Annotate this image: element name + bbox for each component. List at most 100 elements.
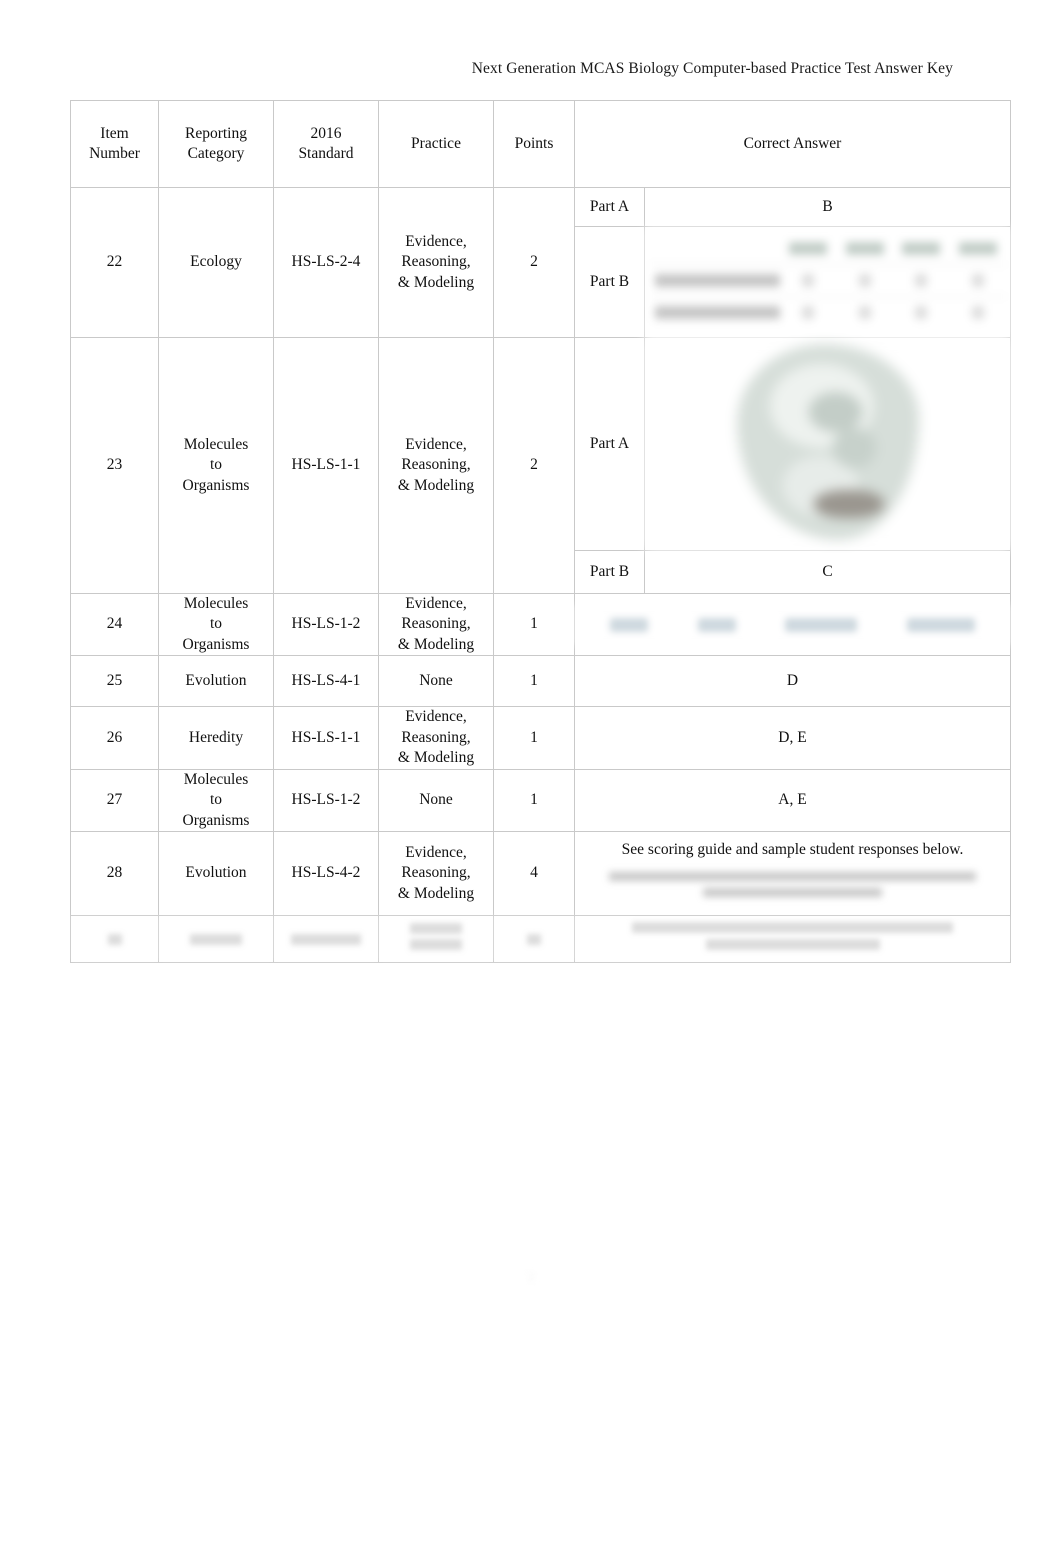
practice-line3: & Modeling bbox=[397, 884, 475, 902]
practice-line1: Evidence, bbox=[405, 595, 467, 612]
reporting-category-line3: Organisms bbox=[182, 476, 250, 494]
standard-header-line1: 2016 bbox=[310, 124, 342, 142]
standard-cell: HS-LS-1-2 bbox=[273, 592, 379, 657]
reporting-category-line1: Molecules bbox=[183, 770, 249, 788]
practice-line3: & Modeling bbox=[397, 749, 475, 767]
item-number-cell: 24 bbox=[70, 592, 159, 657]
correct-answer-cell bbox=[644, 337, 1011, 551]
page-number: 2 bbox=[527, 1270, 535, 1285]
points-cell: 2 bbox=[493, 187, 575, 338]
blurred-table-body-row bbox=[649, 296, 1006, 328]
blurred-table-body-row bbox=[649, 264, 1006, 296]
standard-cell: HS-LS-1-1 bbox=[273, 337, 379, 594]
practice-line2: Reasoning, bbox=[401, 728, 471, 746]
item-number-cell bbox=[70, 915, 159, 963]
column-header-practice: Practice bbox=[378, 100, 494, 188]
practice-line3: & Modeling bbox=[397, 273, 475, 291]
table-row: 23 Molecules to Organisms HS-LS-1-1 Evid… bbox=[70, 337, 1011, 594]
blurred-answer-option bbox=[785, 617, 858, 632]
reporting-category-cell: Evolution bbox=[158, 655, 274, 708]
blurred-table-header-row bbox=[649, 233, 1006, 264]
reporting-category-line3: Organisms bbox=[182, 635, 250, 653]
item-number-cell: 26 bbox=[70, 706, 159, 770]
column-header-standard: 2016 Standard bbox=[273, 100, 379, 188]
part-label-cell: Part B bbox=[574, 550, 645, 594]
practice-line2: Reasoning, bbox=[401, 864, 471, 882]
standard-cell bbox=[273, 915, 379, 963]
blurred-text-line bbox=[609, 872, 976, 881]
item-number-cell: 28 bbox=[70, 831, 159, 916]
organelle-shape bbox=[813, 490, 884, 518]
practice-cell: Evidence, Reasoning, & Modeling bbox=[378, 592, 494, 657]
blurred-table-header-cell bbox=[893, 242, 950, 255]
practice-line2: Reasoning, bbox=[401, 615, 471, 633]
blurred-table-header-cell bbox=[837, 242, 894, 255]
table-header-row: Item Number Reporting Category 2016 Stan… bbox=[70, 100, 1011, 188]
reporting-category-cell: Heredity bbox=[158, 706, 274, 770]
correct-answer-cell bbox=[644, 226, 1011, 338]
reporting-category-header-line2: Category bbox=[187, 145, 245, 162]
table-row: 27 Molecules to Organisms HS-LS-1-2 None… bbox=[70, 768, 1011, 833]
blurred-cell-diagram-graphic bbox=[645, 338, 1010, 550]
practice-cell: Evidence, Reasoning, & Modeling bbox=[378, 337, 494, 594]
reporting-category-cell: Molecules to Organisms bbox=[158, 768, 274, 833]
standard-cell: HS-LS-4-2 bbox=[273, 831, 379, 916]
points-cell: 4 bbox=[493, 831, 575, 916]
practice-cell: Evidence, Reasoning, & Modeling bbox=[378, 706, 494, 770]
points-cell bbox=[493, 915, 575, 963]
points-cell: 1 bbox=[493, 592, 575, 657]
practice-line2: Reasoning, bbox=[401, 253, 471, 271]
reporting-category-cell bbox=[158, 915, 274, 963]
reporting-category-line2: to bbox=[209, 456, 223, 474]
practice-cell: None bbox=[378, 768, 494, 833]
blurred-table-row-label bbox=[655, 274, 780, 287]
reporting-category-header-line1: Reporting bbox=[185, 124, 247, 142]
standard-cell: HS-LS-1-1 bbox=[273, 706, 379, 770]
item-number-cell: 23 bbox=[70, 337, 159, 594]
blurred-answer-option bbox=[907, 617, 976, 632]
blurred-table-body-cell bbox=[780, 274, 837, 287]
item-number-cell: 25 bbox=[70, 655, 159, 708]
practice-cell: None bbox=[378, 655, 494, 708]
points-cell: 2 bbox=[493, 337, 575, 594]
practice-cell: Evidence, Reasoning, & Modeling bbox=[378, 187, 494, 338]
practice-cell: Evidence, Reasoning, & Modeling bbox=[378, 831, 494, 916]
blurred-scoring-text-graphic bbox=[575, 869, 1010, 915]
correct-answer-cell: D bbox=[574, 655, 1011, 708]
blurred-table-body-cell bbox=[950, 306, 1007, 319]
table-row: 24 Molecules to Organisms HS-LS-1-2 Evid… bbox=[70, 592, 1011, 657]
standard-header-line2: Standard bbox=[298, 145, 354, 162]
reporting-category-cell: Ecology bbox=[158, 187, 274, 338]
item-number-header-line1: Item bbox=[100, 124, 129, 142]
correct-answer-cell: C bbox=[644, 550, 1011, 594]
blurred-table-body-cell bbox=[893, 306, 950, 319]
practice-line2: Reasoning, bbox=[401, 456, 471, 474]
correct-answer-cell bbox=[574, 592, 1011, 657]
page-running-header: Next Generation MCAS Biology Computer-ba… bbox=[471, 60, 953, 77]
standard-cell: HS-LS-4-1 bbox=[273, 655, 379, 708]
blurred-table-header-cell bbox=[780, 242, 837, 255]
item-number-cell: 27 bbox=[70, 768, 159, 833]
blurred-answer-option bbox=[609, 617, 648, 632]
reporting-category-line2: to bbox=[209, 791, 223, 809]
organelle-shape bbox=[831, 428, 876, 468]
standard-cell: HS-LS-2-4 bbox=[273, 187, 379, 338]
table-row bbox=[70, 915, 1011, 963]
reporting-category-cell: Molecules to Organisms bbox=[158, 592, 274, 657]
blurred-table-body-cell bbox=[780, 306, 837, 319]
table-row: 28 Evolution HS-LS-4-2 Evidence, Reasoni… bbox=[70, 831, 1011, 916]
practice-line3: & Modeling bbox=[397, 635, 475, 653]
reporting-category-line3: Organisms bbox=[182, 811, 250, 829]
part-label-cell: Part B bbox=[574, 226, 645, 338]
column-header-correct-answer: Correct Answer bbox=[574, 100, 1011, 188]
reporting-category-line2: to bbox=[209, 615, 223, 633]
correct-answer-cell: A, E bbox=[574, 768, 1011, 833]
blurred-table-body-cell bbox=[837, 274, 894, 287]
column-header-item-number: Item Number bbox=[70, 100, 159, 188]
scoring-guide-note: See scoring guide and sample student res… bbox=[621, 841, 964, 859]
blurred-text-line bbox=[702, 888, 883, 897]
reporting-category-cell: Evolution bbox=[158, 831, 274, 916]
points-cell: 1 bbox=[493, 706, 575, 770]
table-row: 26 Heredity HS-LS-1-1 Evidence, Reasonin… bbox=[70, 706, 1011, 770]
correct-answer-cell: See scoring guide and sample student res… bbox=[574, 831, 1011, 916]
